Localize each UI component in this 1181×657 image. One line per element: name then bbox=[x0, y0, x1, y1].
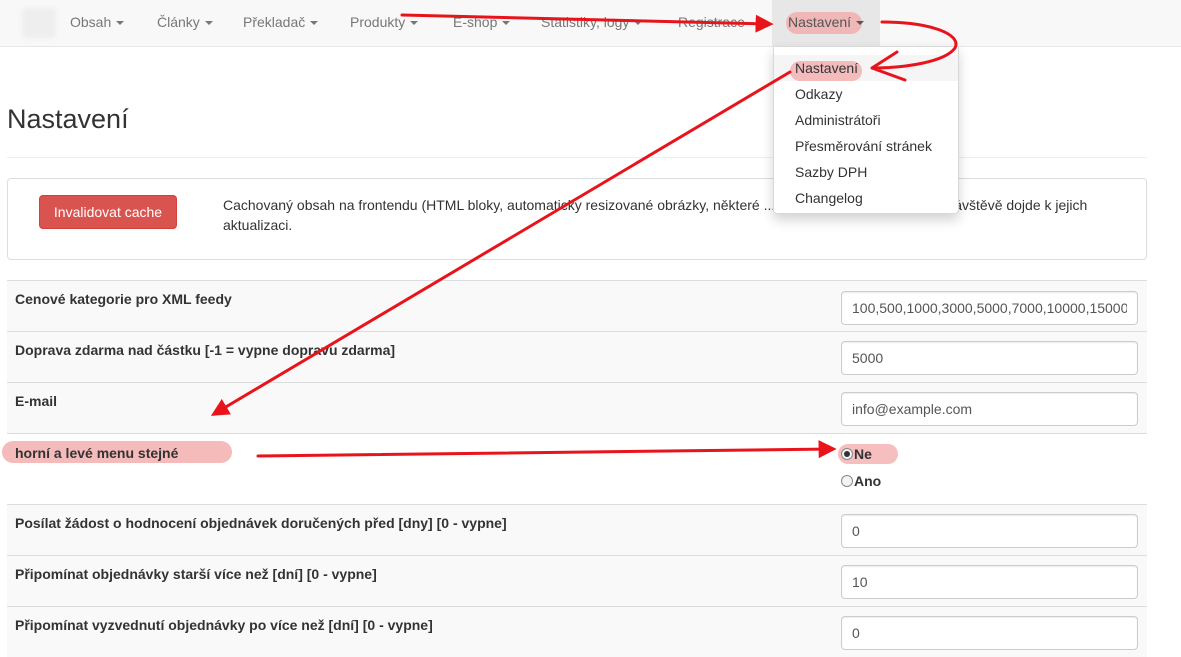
order-reminder-input[interactable] bbox=[841, 565, 1138, 599]
dropdown-item-label: Nastavení bbox=[795, 60, 859, 76]
brand-logo[interactable] bbox=[22, 8, 56, 38]
nav-prekladac-label: Překladač bbox=[243, 14, 306, 30]
nav-obsah-label: Obsah bbox=[70, 14, 112, 30]
price-categories-input[interactable] bbox=[841, 291, 1138, 325]
nav-statistiky-label: Statistiky, logy bbox=[541, 14, 630, 30]
cache-description: Cachovaný obsah na frontendu (HTML bloky… bbox=[223, 197, 1088, 233]
nav-produkty[interactable]: Produkty bbox=[350, 0, 419, 46]
dropdown-item-label: Administrátoři bbox=[795, 112, 881, 128]
nav-nastaveni[interactable]: Nastavení bbox=[772, 0, 881, 46]
setting-label: E-mail bbox=[15, 393, 58, 409]
free-shipping-input[interactable] bbox=[841, 341, 1138, 375]
settings-dropdown-menu: Nastavení Odkazy Administrátoři Přesměro… bbox=[773, 46, 959, 214]
title-divider bbox=[7, 157, 1147, 158]
invalidate-cache-button[interactable]: Invalidovat cache bbox=[39, 195, 177, 229]
dropdown-item-presmerovani[interactable]: Přesměrování stránek bbox=[774, 133, 958, 159]
dropdown-item-label: Přesměrování stránek bbox=[795, 138, 932, 154]
caret-down-icon bbox=[634, 21, 643, 26]
nav-eshop-label: E-shop bbox=[453, 14, 498, 30]
setting-row-price-categories: Cenové kategorie pro XML feedy bbox=[7, 280, 1147, 331]
dropdown-item-changelog[interactable]: Changelog bbox=[774, 185, 958, 211]
setting-label: Připomínat objednávky starší více než [d… bbox=[15, 566, 377, 582]
nav-produkty-label: Produkty bbox=[350, 14, 406, 30]
radio-unchecked-icon bbox=[841, 475, 853, 487]
rating-request-input[interactable] bbox=[841, 514, 1138, 548]
setting-row-rating-request: Posílat žádost o hodnocení objednávek do… bbox=[7, 504, 1147, 555]
setting-row-order-reminder: Připomínat objednávky starší více než [d… bbox=[7, 555, 1147, 606]
dropdown-item-label: Changelog bbox=[795, 190, 863, 206]
caret-down-icon bbox=[116, 21, 125, 26]
nav-registrace[interactable]: Registrace bbox=[678, 0, 745, 46]
dropdown-item-label: Sazby DPH bbox=[795, 164, 868, 180]
pickup-reminder-input[interactable] bbox=[841, 616, 1138, 650]
caret-down-icon bbox=[502, 21, 511, 26]
page-title: Nastavení bbox=[7, 104, 129, 134]
setting-row-pickup-reminder: Připomínat vyzvednutí objednávky po více… bbox=[7, 606, 1147, 657]
radio-option-ano[interactable]: Ano bbox=[841, 471, 881, 491]
setting-label: Cenové kategorie pro XML feedy bbox=[15, 291, 232, 307]
nav-prekladac[interactable]: Překladač bbox=[243, 0, 319, 46]
email-input[interactable] bbox=[841, 392, 1138, 426]
setting-row-menu-same: horní a levé menu stejné Ne Ano bbox=[2, 433, 1147, 504]
setting-label: Posílat žádost o hodnocení objednávek do… bbox=[15, 515, 507, 531]
dropdown-item-administratori[interactable]: Administrátoři bbox=[774, 107, 958, 133]
dropdown-item-odkazy[interactable]: Odkazy bbox=[774, 81, 958, 107]
nav-clanky[interactable]: Články bbox=[157, 0, 213, 46]
radio-option-ne[interactable]: Ne bbox=[838, 444, 898, 464]
caret-down-icon bbox=[204, 21, 213, 26]
caret-down-icon bbox=[856, 21, 865, 26]
setting-label: horní a levé menu stejné bbox=[15, 445, 179, 461]
caret-down-icon bbox=[310, 21, 319, 26]
top-navbar: Obsah Články Překladač Produkty E-shop S… bbox=[0, 0, 1181, 47]
dropdown-item-label: Odkazy bbox=[795, 86, 843, 102]
nav-nastaveni-label: Nastavení bbox=[788, 14, 852, 30]
nav-registrace-label: Registrace bbox=[678, 14, 745, 30]
setting-row-free-shipping: Doprava zdarma nad částku [-1 = vypne do… bbox=[7, 331, 1147, 382]
nav-obsah[interactable]: Obsah bbox=[70, 0, 125, 46]
caret-down-icon bbox=[410, 21, 419, 26]
cache-panel: Invalidovat cache Cachovaný obsah na fro… bbox=[7, 178, 1147, 260]
radio-checked-icon bbox=[841, 448, 853, 460]
setting-label: Připomínat vyzvednutí objednávky po více… bbox=[15, 617, 433, 633]
dropdown-item-nastaveni[interactable]: Nastavení bbox=[774, 55, 958, 81]
setting-row-email: E-mail bbox=[7, 382, 1147, 433]
nav-eshop[interactable]: E-shop bbox=[453, 0, 511, 46]
setting-label: Doprava zdarma nad částku [-1 = vypne do… bbox=[15, 342, 396, 358]
radio-label-ne: Ne bbox=[854, 446, 872, 462]
radio-label-ano: Ano bbox=[854, 473, 882, 489]
dropdown-item-sazby-dph[interactable]: Sazby DPH bbox=[774, 159, 958, 185]
nav-statistiky[interactable]: Statistiky, logy bbox=[541, 0, 643, 46]
nav-clanky-label: Články bbox=[157, 14, 200, 30]
